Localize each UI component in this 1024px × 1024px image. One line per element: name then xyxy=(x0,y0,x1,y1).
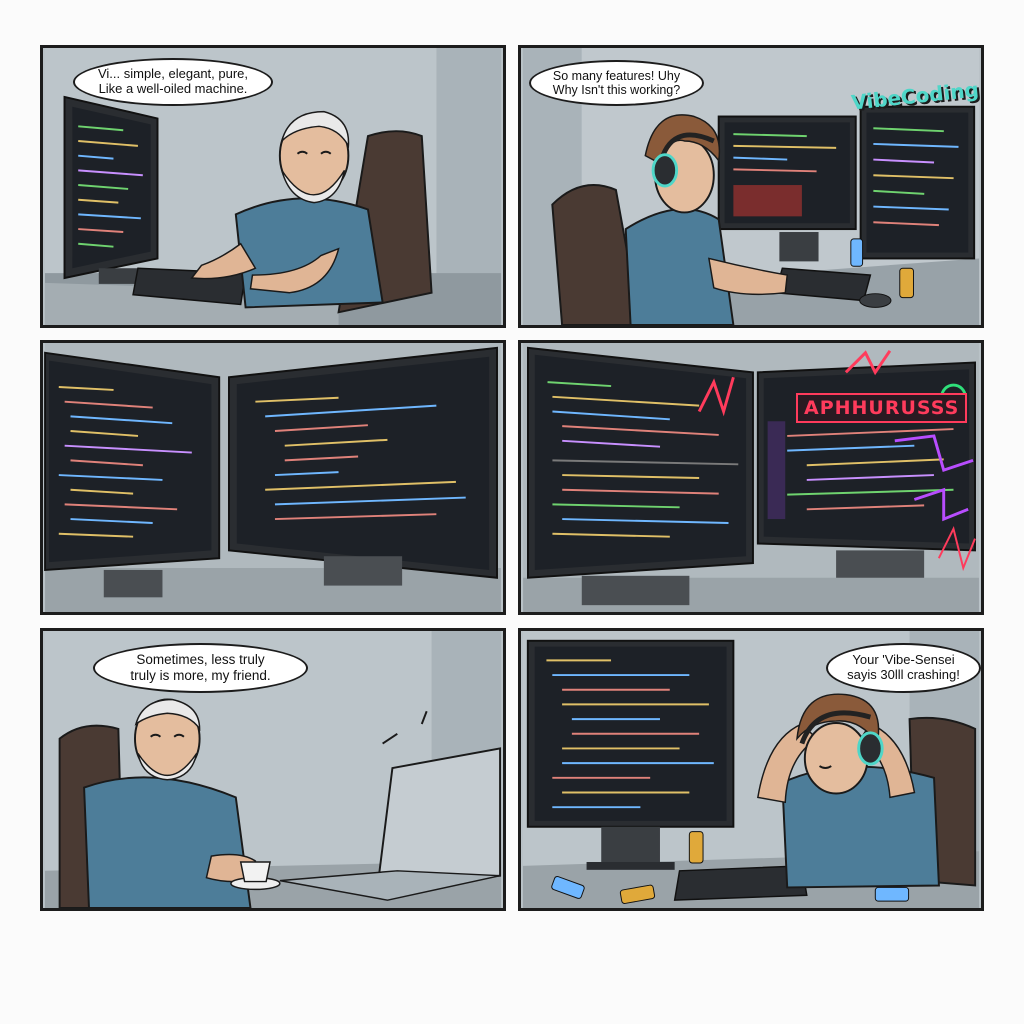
speech-line: sayis 30lll crashing! xyxy=(847,667,960,682)
comic-panel-2: VibeCoding So many features! Uhy Why Isn… xyxy=(518,45,984,328)
speech-line: So many features! Uhy xyxy=(552,68,681,83)
comic-panel-4: APHHURUSSS xyxy=(518,340,984,615)
speech-line: Vi... simple, elegant, pure, xyxy=(97,66,249,82)
speech-bubble-panel-1: Vi... simple, elegant, pure, Like a well… xyxy=(73,58,273,106)
crt-monitor xyxy=(63,95,159,284)
speech-bubble-panel-5: Sometimes, less truly truly is more, my … xyxy=(93,643,308,693)
speech-line: Sometimes, less truly xyxy=(136,652,265,668)
speech-line: Why Isn't this working? xyxy=(552,83,681,97)
monitor-right xyxy=(228,346,498,586)
speech-line: truly is more, my friend. xyxy=(130,668,271,683)
panel-4-illustration xyxy=(523,343,979,612)
comic-panel-5: Sometimes, less truly truly is more, my … xyxy=(40,628,506,911)
speech-bubble-panel-6: Your 'Vibe-Sensei sayis 30lll crashing! xyxy=(826,643,981,693)
speech-line: Your 'Vibe-Sensei xyxy=(852,652,955,668)
comic-panel-6: Your 'Vibe-Sensei sayis 30lll crashing! xyxy=(518,628,984,911)
speech-line: Like a well-oiled machine. xyxy=(98,81,248,96)
comic-panel-1: Vi... simple, elegant, pure, Like a well… xyxy=(40,45,506,328)
neon-sign: APHHURUSSS xyxy=(796,393,968,423)
panel-3-illustration xyxy=(44,343,501,612)
speech-bubble-panel-2: So many features! Uhy Why Isn't this wor… xyxy=(529,60,704,106)
comic-panel-3 xyxy=(40,340,506,615)
